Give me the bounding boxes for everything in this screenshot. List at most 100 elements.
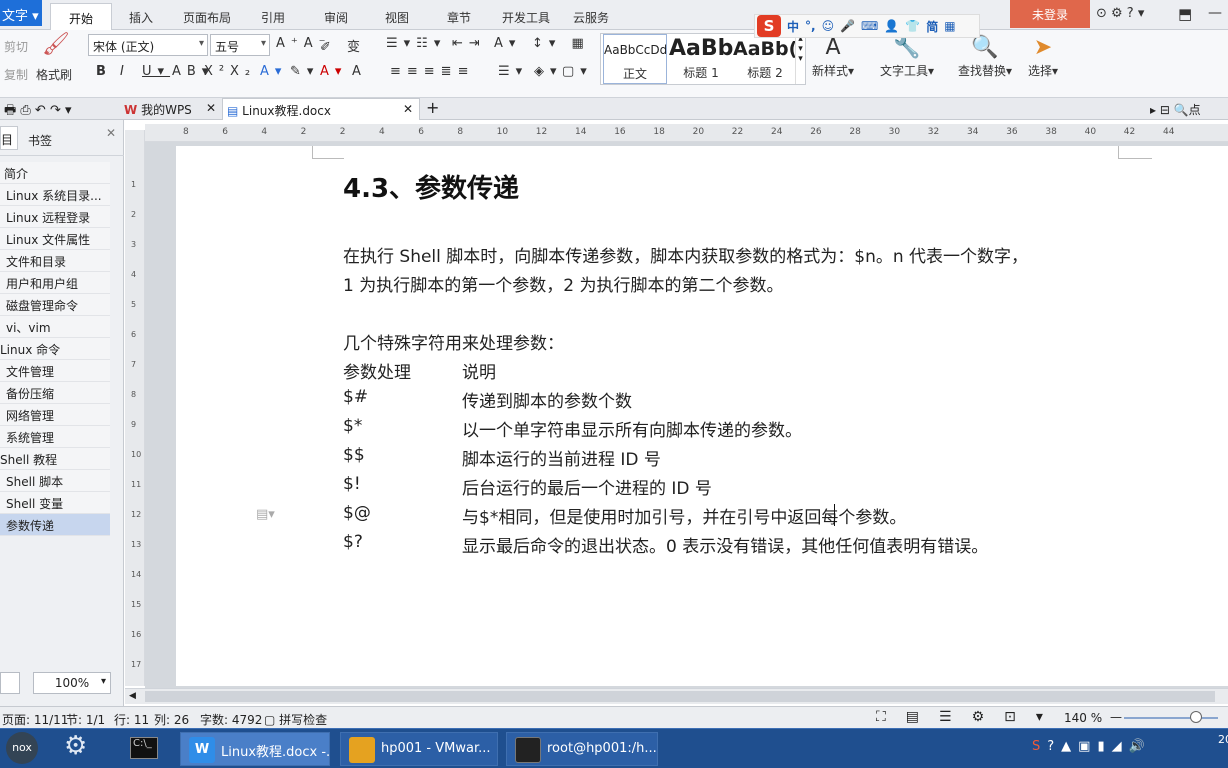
vertical-ruler[interactable]: 123456789101112131415161718: [125, 130, 145, 699]
border-icon[interactable]: ▢▾: [562, 64, 593, 79]
nav-tab-bookmarks[interactable]: 书签: [28, 132, 52, 149]
sogou-tray-icon[interactable]: S: [1032, 739, 1047, 754]
quick-access-icons[interactable]: 🖶 ⎙ ↶ ↷ ▾: [4, 98, 72, 120]
tab-linux-docx[interactable]: ▤ Linux教程.docx ✕: [222, 98, 420, 120]
superscript-icon[interactable]: X²: [204, 64, 230, 79]
ime-punct[interactable]: °,: [805, 19, 816, 33]
bold-icon[interactable]: B: [96, 64, 112, 79]
paragraph-handle-icon[interactable]: ▤▾: [256, 507, 275, 522]
shading-icon[interactable]: ◈▾: [534, 64, 563, 79]
grid-icon[interactable]: ▦: [944, 19, 955, 33]
menu-tab-chapter[interactable]: 章节: [447, 9, 471, 26]
nav-item[interactable]: Shell 脚本: [0, 470, 110, 492]
microphone-icon[interactable]: 🎤: [840, 19, 855, 33]
nav-item[interactable]: 备份压缩: [0, 382, 110, 404]
menu-tab-view[interactable]: 视图: [385, 9, 409, 26]
new-tab-icon[interactable]: +: [426, 98, 439, 120]
task-vmware[interactable]: hp001 - VMwar...: [340, 732, 498, 766]
ime-mode[interactable]: 中: [787, 18, 799, 35]
format-painter-icon[interactable]: 🖌: [42, 32, 70, 57]
menu-tab-home[interactable]: 开始: [50, 3, 112, 30]
keyboard-icon[interactable]: ⌨: [861, 19, 878, 33]
zoom-out-icon[interactable]: —: [1110, 710, 1122, 724]
nav-item[interactable]: 参数传递: [0, 514, 110, 536]
menu-tab-cloud[interactable]: 云服务: [573, 9, 609, 26]
bullet-list-icon[interactable]: ☰▾☷▾: [386, 36, 446, 51]
ime-simplified[interactable]: 简: [926, 18, 938, 35]
nav-item[interactable]: Linux 系统目录...: [0, 184, 110, 206]
close-app-icon[interactable]: —: [1208, 5, 1222, 21]
nav-item[interactable]: 系统管理: [0, 426, 110, 448]
style-heading-1[interactable]: AaBb 标题 1: [669, 34, 733, 84]
nav-item[interactable]: vi、vim: [0, 316, 110, 338]
task-wps[interactable]: W Linux教程.docx -...: [180, 732, 330, 766]
clock[interactable]: 202: [1218, 733, 1228, 746]
task-terminal[interactable]: root@hp001:/h...: [506, 732, 658, 766]
select-button[interactable]: ➤ 选择▾: [1028, 34, 1058, 79]
nav-expand-select[interactable]: [0, 672, 20, 694]
zoom-slider-thumb[interactable]: [1190, 711, 1202, 723]
nav-item[interactable]: 文件和目录: [0, 250, 110, 272]
new-style-button[interactable]: A 新样式▾: [812, 34, 854, 79]
close-tab-icon[interactable]: ✕: [206, 101, 216, 115]
italic-icon[interactable]: I: [120, 64, 130, 79]
settings-gear-icon[interactable]: ⚙: [64, 731, 87, 761]
view-mode-icons[interactable]: ⛶▤☰⚙⊡▾: [876, 709, 1063, 725]
style-normal[interactable]: AaBbCcDd 正文: [603, 34, 667, 84]
text-effect-icon[interactable]: A▾: [260, 64, 287, 79]
zoom-slider[interactable]: [1124, 717, 1218, 719]
close-pane-icon[interactable]: ✕: [106, 126, 116, 140]
nav-item[interactable]: 磁盘管理命令: [0, 294, 110, 316]
app-menu-button[interactable]: 文字 ▾: [0, 0, 42, 26]
font-size-select[interactable]: 五号: [210, 34, 270, 56]
scroll-thumb[interactable]: [145, 691, 1215, 702]
menu-tab-developer[interactable]: 开发工具: [502, 9, 550, 26]
nav-item[interactable]: 简介: [0, 162, 110, 184]
nav-item[interactable]: Linux 命令: [0, 338, 110, 360]
menu-tab-insert[interactable]: 插入: [129, 9, 153, 26]
clear-format-icon[interactable]: ✐ 变: [320, 36, 366, 55]
subscript-icon[interactable]: X₂: [230, 64, 256, 79]
highlight-icon[interactable]: ✎▾: [290, 64, 319, 79]
emoji-icon[interactable]: ☺: [822, 19, 835, 33]
line-spacing-icon[interactable]: ☰▾: [498, 64, 528, 79]
nav-zoom-select[interactable]: 100%: [33, 672, 111, 694]
chinese-layout-icon[interactable]: A▾: [494, 36, 521, 51]
restore-window-icon[interactable]: ⬒: [1178, 5, 1192, 23]
spellcheck-toggle[interactable]: ▢ 拼写检查: [264, 711, 327, 728]
nav-item[interactable]: 网络管理: [0, 404, 110, 426]
sogou-logo-icon[interactable]: S: [757, 15, 781, 37]
align-icons[interactable]: ≡≡≡≣≡: [390, 64, 474, 79]
copy-button[interactable]: 复制: [4, 66, 28, 83]
nav-item[interactable]: Shell 变量: [0, 492, 110, 514]
underline-icon[interactable]: U▾: [142, 64, 170, 79]
tab-bar-right-icons[interactable]: ▸ ⊟ 🔍点: [1150, 98, 1201, 120]
style-gallery-scroll[interactable]: ▴ ▾ ▾: [795, 34, 805, 84]
nav-item[interactable]: Linux 文件属性: [0, 228, 110, 250]
close-tab-icon[interactable]: ✕: [403, 102, 413, 116]
font-color-icon[interactable]: A▾: [320, 64, 347, 79]
horizontal-ruler[interactable]: 8 6 4 2 2 4 6 8 10 12 14 16 18 20 22 24 26 28 30 32 34 36 38 40…: [145, 124, 1228, 142]
scroll-left-icon[interactable]: ◀: [129, 691, 136, 701]
tab-my-wps[interactable]: W 我的WPS ✕: [120, 98, 220, 120]
nav-item[interactable]: Shell 教程: [0, 448, 110, 470]
text-tools-button[interactable]: 🔧 文字工具▾: [880, 34, 934, 79]
nav-tab-toc[interactable]: 目录: [0, 126, 18, 150]
menu-tab-layout[interactable]: 页面布局: [183, 9, 231, 26]
horizontal-scrollbar[interactable]: ◀: [125, 688, 1228, 704]
char-shading-icon[interactable]: A: [352, 64, 367, 79]
menu-tab-references[interactable]: 引用: [261, 9, 285, 26]
font-name-select[interactable]: 宋体 (正文): [88, 34, 208, 56]
format-painter-label[interactable]: 格式刷: [36, 66, 72, 83]
style-heading-2[interactable]: AaBb( 标题 2: [733, 34, 797, 84]
system-tray[interactable]: S?▲▣▮◢🔊: [1032, 739, 1152, 754]
nav-item[interactable]: 用户和用户组: [0, 272, 110, 294]
nav-item[interactable]: 文件管理: [0, 360, 110, 382]
cut-button[interactable]: 剪切: [4, 38, 28, 55]
login-button[interactable]: 未登录: [1010, 0, 1090, 28]
skin-icon[interactable]: 👕: [905, 19, 920, 33]
terminal-icon[interactable]: C:\_: [130, 737, 158, 759]
line-sort-icon[interactable]: ↕▾ ▦: [532, 36, 590, 51]
window-controls[interactable]: ⊙ ⚙ ? ▾: [1096, 6, 1144, 21]
find-replace-button[interactable]: 🔍 查找替换▾: [958, 34, 1012, 79]
